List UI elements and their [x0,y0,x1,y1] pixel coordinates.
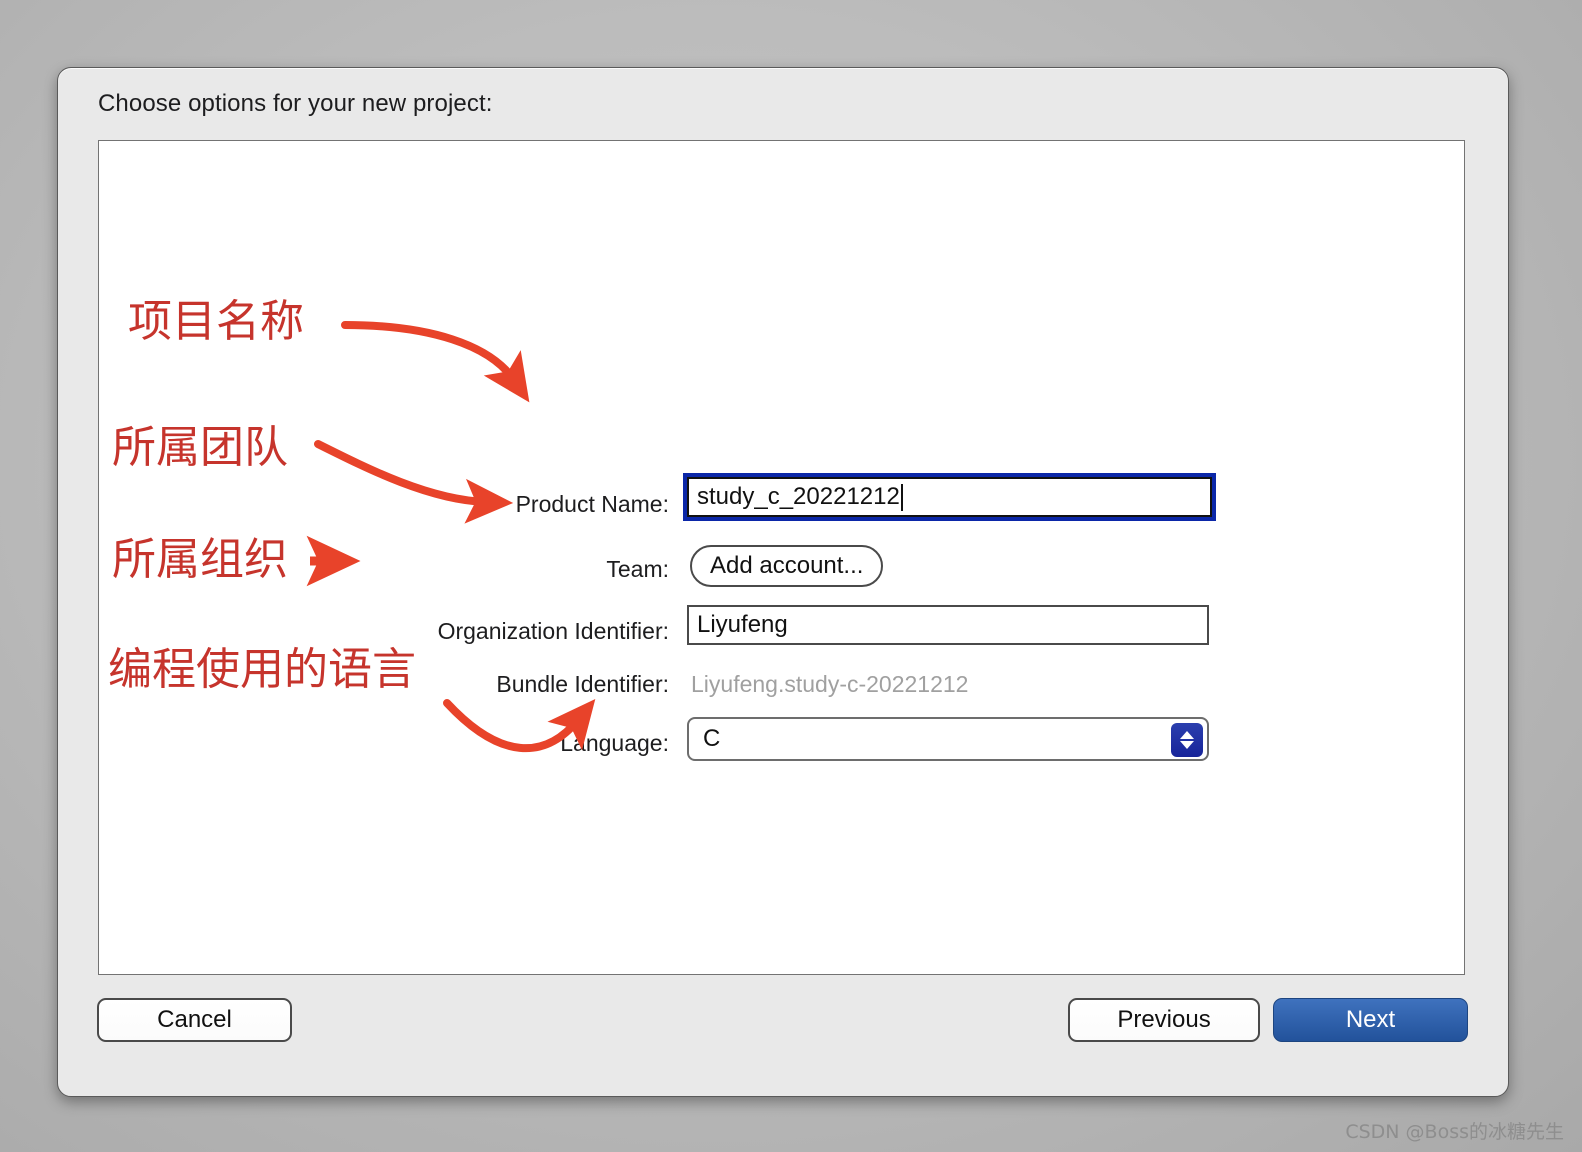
bundle-identifier-value: Liyufeng.study-c-20221212 [691,671,969,697]
organization-identifier-label: Organization Identifier: [437,618,669,644]
dialog-title: Choose options for your new project: [98,90,493,117]
add-account-button-label: Add account... [710,552,864,579]
previous-button-label: Previous [1117,1006,1211,1033]
csdn-watermark: CSDN @Boss的冰糖先生 [1345,1121,1564,1143]
chevron-down-icon [1180,741,1194,749]
new-project-options-dialog: Choose options for your new project: Pro… [57,67,1509,1097]
organization-identifier-input[interactable]: Liyufeng [687,605,1209,645]
next-button[interactable]: Next [1273,998,1468,1042]
team-label: Team: [606,556,669,582]
text-caret [900,483,903,511]
add-account-button[interactable]: Add account... [690,545,884,587]
chevron-up-icon [1180,731,1194,739]
product-name-input[interactable]: study_c_20221212 [683,473,1216,521]
product-name-label: Product Name: [515,491,669,517]
language-label: Language: [560,730,669,756]
cancel-button[interactable]: Cancel [97,998,292,1042]
bundle-identifier-label: Bundle Identifier: [496,671,669,697]
cancel-button-label: Cancel [157,1006,232,1033]
language-selected-value: C [703,725,721,752]
organization-identifier-value: Liyufeng [697,611,788,638]
previous-button[interactable]: Previous [1068,998,1260,1042]
language-dropdown[interactable]: C [687,717,1209,761]
options-content-panel: Product Name: study_c_20221212 Team: Add… [98,140,1465,975]
next-button-label: Next [1345,1006,1396,1033]
product-name-value: study_c_20221212 [697,483,900,510]
chevron-updown-icon[interactable] [1171,723,1203,757]
